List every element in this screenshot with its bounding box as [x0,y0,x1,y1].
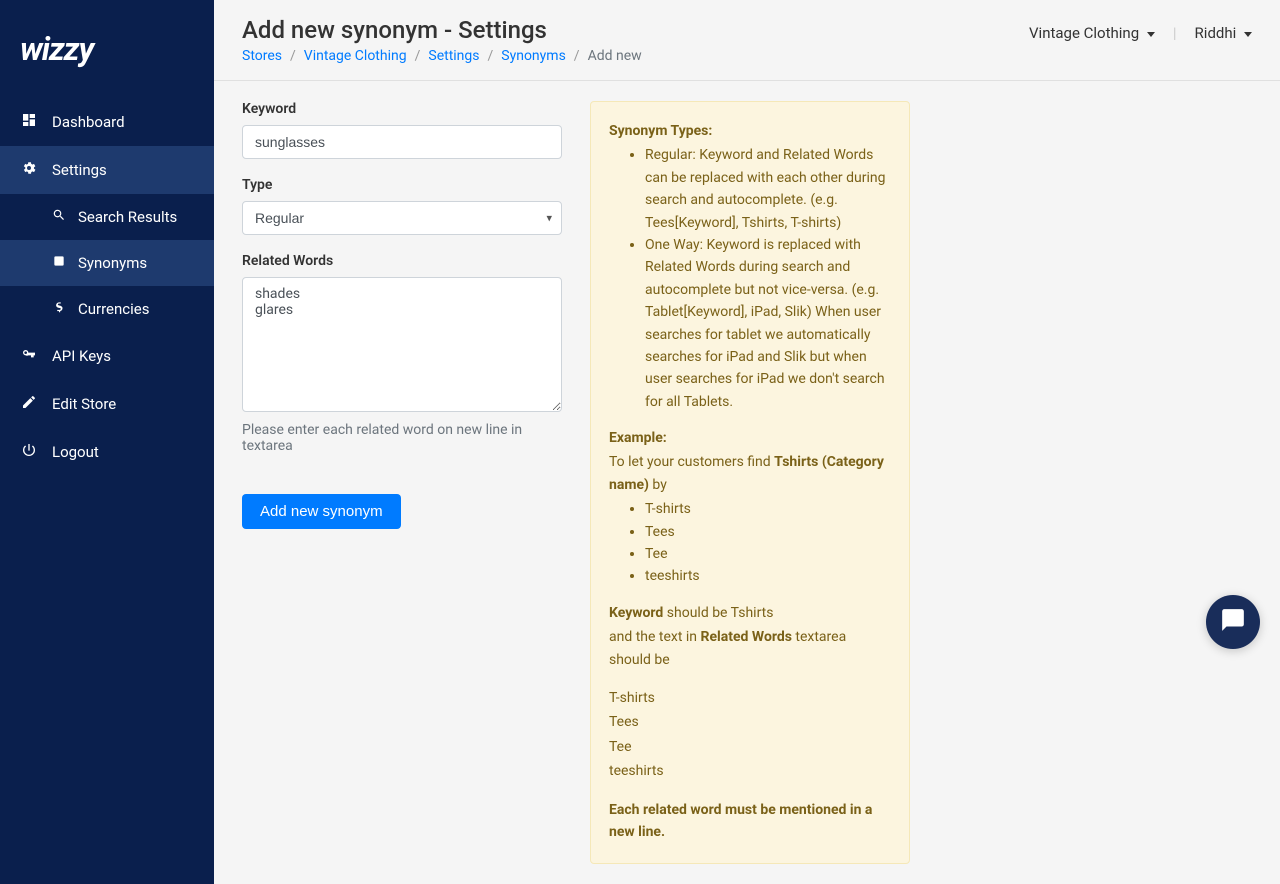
sidebar-item-dashboard[interactable]: Dashboard [0,98,214,146]
key-icon [20,346,38,366]
sidebar-item-label: API Keys [52,347,111,365]
help-type-oneway: One Way: Keyword is replaced with Relate… [645,234,891,413]
breadcrumb-synonyms[interactable]: Synonyms [501,48,566,64]
power-icon [20,442,38,462]
help-textarea-sample: T-shirts [609,687,891,709]
breadcrumb-settings[interactable]: Settings [428,48,479,64]
breadcrumb-store[interactable]: Vintage Clothing [304,48,407,64]
help-example-item: T-shirts [645,498,891,520]
edit-icon [20,394,38,414]
chat-icon [1220,607,1246,637]
main-content: Add new synonym - Settings Stores / Vint… [214,0,1280,884]
sidebar-item-edit-store[interactable]: Edit Store [0,380,214,428]
help-example-item: Tee [645,543,891,565]
help-textarea-sample: teeshirts [609,760,891,782]
sidebar-subitem-label: Search Results [78,208,177,226]
related-words-help: Please enter each related word on new li… [242,422,562,454]
sidebar-item-label: Settings [52,161,107,179]
breadcrumb-stores[interactable]: Stores [242,48,282,64]
help-example-title: Example: [609,430,667,446]
synonym-form: Keyword Type Regular Related Words shade… [242,101,562,864]
help-type-regular: Regular: Keyword and Related Words can b… [645,144,891,234]
sidebar-item-api-keys[interactable]: API Keys [0,332,214,380]
help-panel: Synonym Types: Regular: Keyword and Rela… [590,101,910,864]
logo[interactable]: wizzy [0,20,214,98]
header-divider: | [1173,24,1177,42]
sidebar-subitem-search-results[interactable]: Search Results [0,194,214,240]
type-label: Type [242,177,562,193]
help-footer: Each related word must be mentioned in a… [609,802,872,840]
keyword-label: Keyword [242,101,562,117]
sidebar-item-settings[interactable]: Settings [0,146,214,194]
store-dropdown[interactable]: Vintage Clothing [1029,24,1155,42]
sidebar-subitem-currencies[interactable]: Currencies [0,286,214,332]
sidebar-item-label: Logout [52,443,99,461]
sidebar: wizzy Dashboard Settings Search Results [0,0,214,884]
sidebar-subitem-synonyms[interactable]: Synonyms [0,240,214,286]
help-example-intro: To let your customers find Tshirts (Cate… [609,451,891,496]
help-types-title: Synonym Types: [609,123,712,139]
related-words-label: Related Words [242,253,562,269]
help-example-item: Tees [645,521,891,543]
sidebar-subitem-label: Currencies [78,300,150,318]
related-words-textarea[interactable]: shades glares [242,277,562,412]
chat-button[interactable] [1206,595,1260,649]
breadcrumb-sep: / [574,48,580,64]
help-textarea-sample: Tees [609,711,891,733]
help-example-item: teeshirts [645,565,891,587]
sidebar-item-label: Edit Store [52,395,116,413]
user-dropdown[interactable]: Riddhi [1195,24,1252,42]
breadcrumb-sep: / [290,48,296,64]
logo-text: wizzy [20,30,93,68]
help-keyword-line: Keyword should be Tshirts [609,602,891,624]
help-textarea-line: and the text in Related Words textarea s… [609,626,891,671]
type-select[interactable]: Regular [242,201,562,235]
dollar-icon [50,300,68,318]
sidebar-subitem-label: Synonyms [78,254,147,272]
help-textarea-sample: Tee [609,736,891,758]
add-synonym-button[interactable]: Add new synonym [242,494,401,529]
chevron-down-icon [1244,32,1252,37]
sidebar-item-label: Dashboard [52,113,125,131]
search-icon [50,208,68,226]
header: Add new synonym - Settings Stores / Vint… [214,0,1280,81]
breadcrumb: Stores / Vintage Clothing / Settings / S… [242,48,642,64]
breadcrumb-sep: / [488,48,494,64]
list-icon [50,254,68,272]
page-title: Add new synonym - Settings [242,16,642,44]
keyword-input[interactable] [242,125,562,159]
gear-icon [20,160,38,180]
sidebar-item-logout[interactable]: Logout [0,428,214,476]
breadcrumb-sep: / [415,48,421,64]
breadcrumb-current: Add new [588,48,642,64]
dashboard-icon [20,112,38,132]
chevron-down-icon [1147,32,1155,37]
